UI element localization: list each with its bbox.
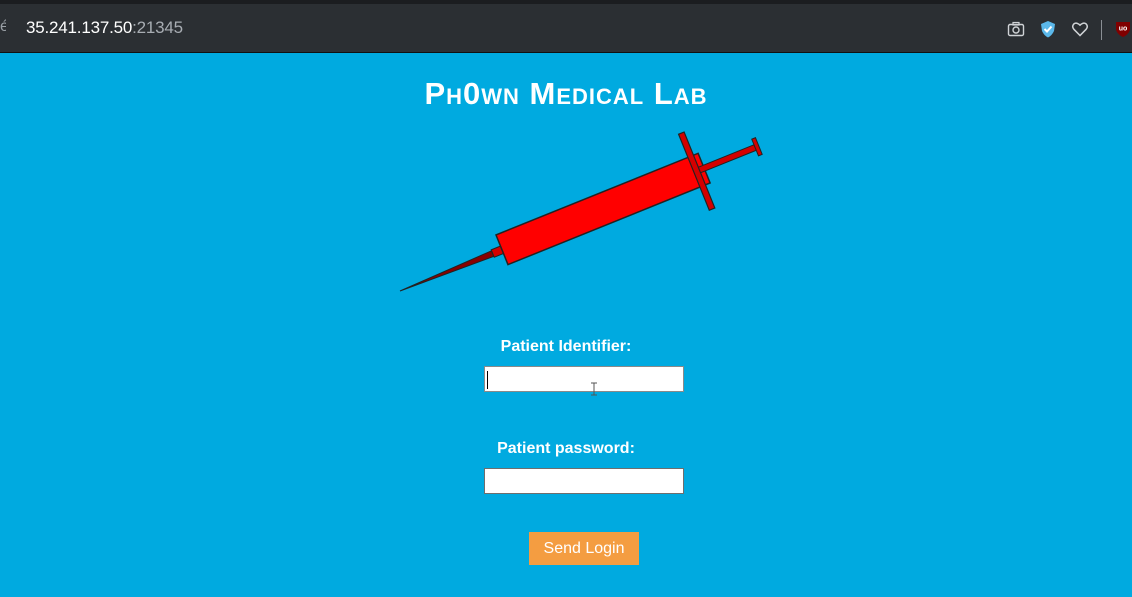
ibeam-cursor-icon [591,382,597,396]
url-host: 35.241.137.50 [26,18,133,37]
send-login-button[interactable]: Send Login [529,532,639,565]
page-title: Ph0wn Medical Lab [424,76,708,111]
url-port: 21345 [136,18,183,37]
camera-icon[interactable] [1006,19,1026,39]
shield-check-icon[interactable] [1038,19,1058,39]
toolbar-separator [1101,20,1102,40]
browser-toolbar: é 35.241.137.50:21345 uo [0,0,1132,53]
svg-text:uo: uo [1119,26,1128,33]
syringe-illustration [399,131,763,292]
url-lead-glyph: é [0,18,6,35]
patient-password-input[interactable] [484,468,684,494]
password-label: Patient password: [497,440,635,457]
address-bar[interactable]: 35.241.137.50:21345 [26,18,183,38]
text-caret [487,371,488,389]
patient-identifier-input[interactable] [484,366,684,392]
login-page: Ph0wn Medical Lab Patient Identifier: Pa… [0,53,1132,597]
heart-icon[interactable] [1070,19,1090,39]
ublock-icon[interactable]: uo [1113,19,1132,39]
identifier-label: Patient Identifier: [500,338,632,355]
